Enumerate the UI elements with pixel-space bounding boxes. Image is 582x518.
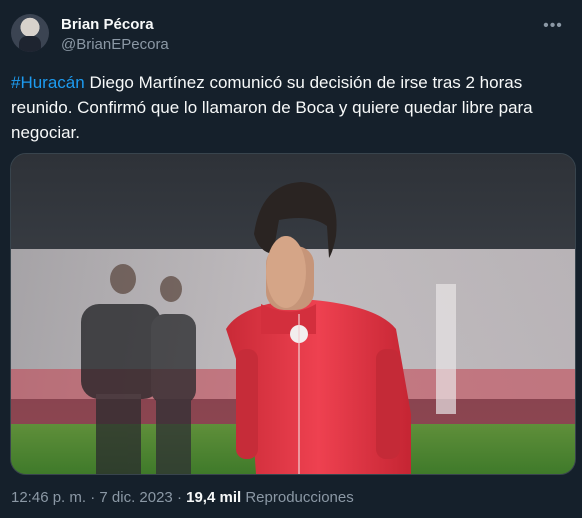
more-options-icon[interactable]: ••• (543, 16, 563, 36)
tweet-photo[interactable] (10, 153, 576, 475)
tweet-body: Diego Martínez comunicó su decisión de i… (11, 73, 533, 142)
tweet-card: Brian Pécora @BrianEPecora ••• #Huracán … (0, 0, 582, 518)
tweet-header: Brian Pécora @BrianEPecora ••• (11, 14, 571, 54)
tweet-time[interactable]: 12:46 p. m. (11, 489, 86, 506)
author-name[interactable]: Brian Pécora (61, 16, 154, 33)
author-handle[interactable]: @BrianEPecora (61, 36, 169, 53)
tweet-text: #Huracán Diego Martínez comunicó su deci… (11, 70, 566, 145)
meta-separator-2: · (172, 489, 187, 506)
tweet-date[interactable]: 7 dic. 2023 (99, 489, 172, 506)
views-count: 19,4 mil (186, 489, 242, 506)
meta-separator: · (86, 489, 100, 506)
tweet-metadata: 12:46 p. m. · 7 dic. 2023 · 19,4 mil Rep… (11, 489, 354, 506)
hashtag-link[interactable]: #Huracán (11, 73, 85, 92)
author-avatar[interactable] (11, 14, 49, 52)
photo-illustration (11, 154, 575, 474)
views-label: Reproducciones (241, 489, 354, 506)
